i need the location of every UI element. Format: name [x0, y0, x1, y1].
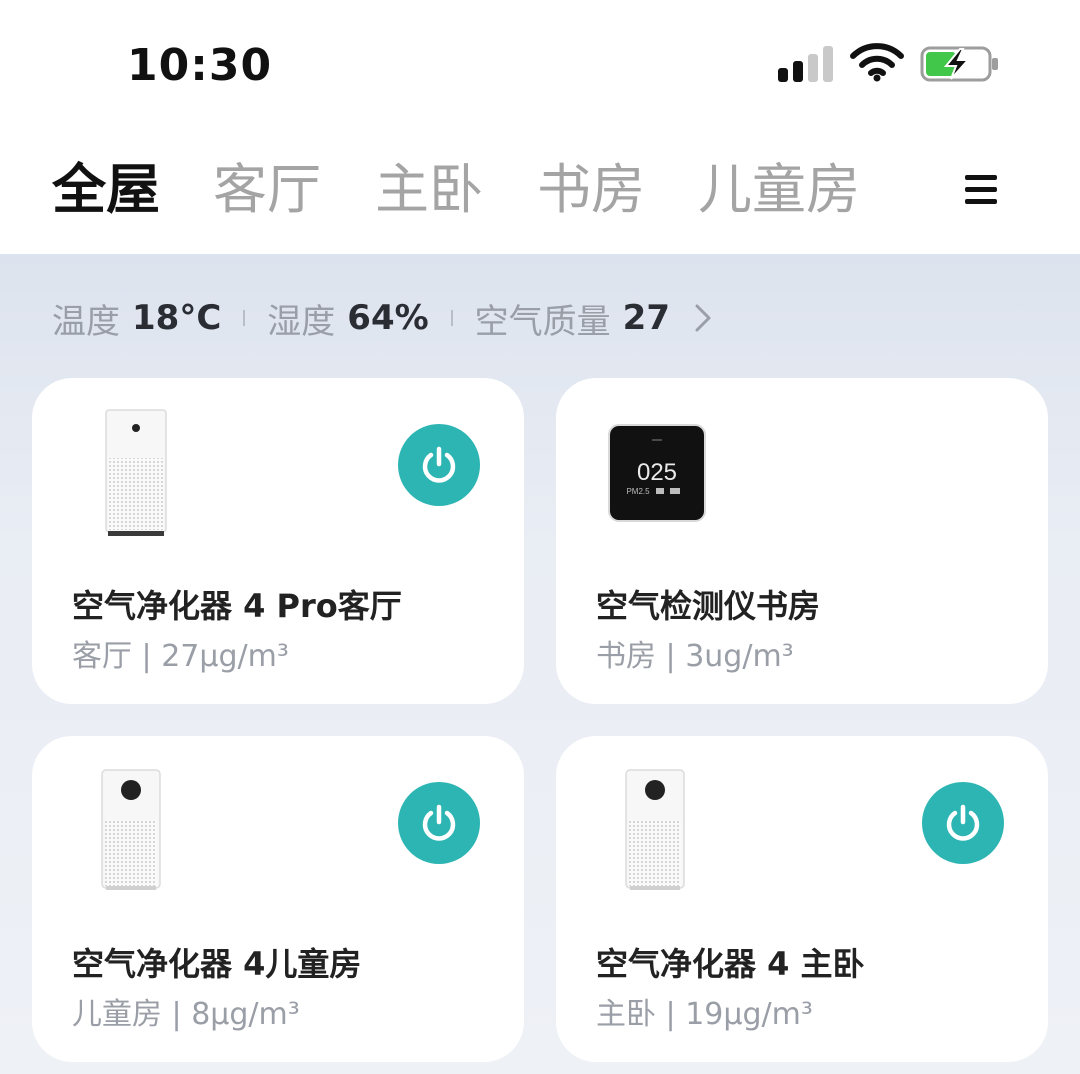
tab-whole-house[interactable]: 全屋 — [52, 158, 160, 222]
device-room: 书房 — [596, 639, 656, 674]
status-bar: 10:30 — [0, 0, 1080, 130]
tab-study[interactable]: 书房 — [537, 158, 645, 222]
device-dashboard: 温度 18°C 湿度 64% 空气质量 27 空气净化器 4 Pro客厅 客厅 … — [0, 254, 1080, 1074]
device-status: 客厅 | 27μg/m³ — [72, 631, 289, 675]
tab-living-room[interactable]: 客厅 — [213, 158, 321, 222]
device-name: 空气净化器 4 Pro客厅 — [72, 587, 402, 625]
device-name: 空气净化器 4儿童房 — [72, 945, 362, 983]
device-status: 书房 | 3ug/m³ — [596, 631, 794, 675]
device-card-purifier-master-bedroom[interactable]: 空气净化器 4 主卧 主卧 | 19μg/m³ — [556, 736, 1048, 1062]
device-reading: 3ug/m³ — [685, 639, 794, 674]
air-purifier-icon — [101, 769, 161, 890]
power-button[interactable] — [398, 782, 480, 864]
cellular-signal-icon — [778, 46, 834, 82]
device-room: 主卧 — [596, 997, 656, 1032]
separator: | — [141, 639, 152, 674]
device-card-purifier-kids-room[interactable]: 空气净化器 4儿童房 儿童房 | 8μg/m³ — [32, 736, 524, 1062]
divider — [243, 310, 246, 326]
device-card-air-monitor-study[interactable]: 025 PM2.5 空气检测仪书房 书房 | 3ug/m³ — [556, 378, 1048, 704]
device-card-purifier-pro-living-room[interactable]: 空气净化器 4 Pro客厅 客厅 | 27μg/m³ — [32, 378, 524, 704]
divider — [450, 310, 453, 326]
humidity-value: 64% — [347, 298, 429, 338]
air-quality-label: 空气质量 — [474, 301, 611, 342]
chevron-right-icon — [695, 304, 711, 332]
wifi-icon — [850, 43, 904, 82]
power-button[interactable] — [922, 782, 1004, 864]
device-status: 儿童房 | 8μg/m³ — [72, 989, 300, 1033]
separator: | — [665, 997, 676, 1032]
air-purifier-pro-icon — [105, 409, 167, 536]
battery-charging-icon — [920, 46, 998, 82]
power-icon — [946, 804, 980, 841]
air-purifier-icon — [625, 769, 685, 890]
device-reading: 19μg/m³ — [685, 997, 813, 1032]
room-tabs: 全屋 客厅 主卧 书房 儿童房 — [0, 130, 1080, 254]
separator: | — [665, 639, 676, 674]
air-monitor-icon: 025 PM2.5 — [608, 424, 706, 522]
status-time: 10:30 — [127, 40, 273, 91]
power-icon — [422, 804, 456, 841]
temperature-value: 18°C — [132, 298, 222, 338]
tab-kids-room[interactable]: 儿童房 — [698, 158, 860, 222]
power-button[interactable] — [398, 424, 480, 506]
device-name: 空气净化器 4 主卧 — [596, 945, 865, 983]
device-reading: 27μg/m³ — [161, 639, 289, 674]
air-quality-value: 27 — [622, 298, 670, 338]
device-status: 主卧 | 19μg/m³ — [596, 989, 813, 1033]
tab-master-bedroom[interactable]: 主卧 — [375, 158, 483, 222]
separator: | — [171, 997, 182, 1032]
temperature-label: 温度 — [52, 301, 120, 342]
monitor-display-value: 025 — [637, 459, 677, 486]
monitor-display-sub: PM2.5 — [626, 487, 650, 496]
environment-summary[interactable]: 温度 18°C 湿度 64% 空气质量 27 — [52, 296, 712, 342]
hamburger-menu-icon[interactable] — [965, 175, 997, 205]
device-name: 空气检测仪书房 — [596, 587, 821, 625]
device-room: 客厅 — [72, 639, 132, 674]
device-room: 儿童房 — [72, 997, 162, 1032]
humidity-label: 湿度 — [267, 301, 336, 342]
device-reading: 8μg/m³ — [191, 997, 300, 1032]
power-icon — [422, 446, 456, 483]
